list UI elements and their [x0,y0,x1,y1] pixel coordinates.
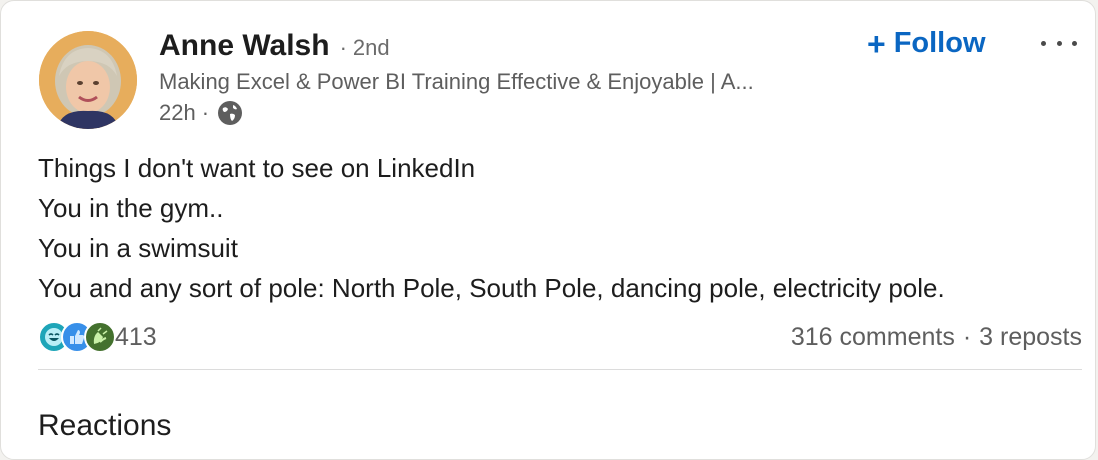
post-card: Anne Walsh · 2nd Making Excel & Power BI… [0,0,1096,460]
more-options-icon[interactable] [1041,33,1077,53]
author-name-row: Anne Walsh · 2nd [159,29,390,63]
post-line: You in a swimsuit [38,233,238,263]
social-counts: 413 316 comments · 3 reposts [38,319,1082,355]
separator-dot: · [962,322,972,351]
follow-label: Follow [893,27,986,59]
connection-degree: 2nd [352,35,390,60]
post-line: You and any sort of pole: North Pole, So… [38,273,945,303]
post-line: You in the gym.. [38,193,224,223]
post-line: Things I don't want to see on LinkedIn [38,153,476,183]
reactions-summary[interactable]: 413 [38,321,157,353]
author-photo [39,31,137,129]
reposts-count-link[interactable]: 3 reposts [979,323,1082,352]
comments-count-link[interactable]: 316 comments [791,323,955,352]
post-time: 22h [159,100,196,125]
globe-icon [218,101,243,125]
reactions-heading: Reactions [38,409,172,442]
reaction-count: 413 [115,322,157,351]
dot [1056,40,1062,46]
dot [1072,40,1077,46]
celebrate-reaction-icon [84,321,116,353]
follow-button[interactable]: + Follow [867,27,986,60]
author-name[interactable]: Anne Walsh [159,29,330,63]
post-text: Things I don't want to see on LinkedIn Y… [38,148,945,308]
author-avatar[interactable] [39,31,137,129]
post-meta: 22h · [159,100,243,126]
separator-dot: · [201,100,210,125]
dot [1041,40,1046,46]
engagement-stats: 316 comments · 3 reposts [791,323,1082,352]
plus-icon: + [867,25,886,62]
author-headline: Making Excel & Power BI Training Effecti… [159,69,754,94]
separator-dot: · [339,35,347,60]
section-divider [38,369,1082,370]
